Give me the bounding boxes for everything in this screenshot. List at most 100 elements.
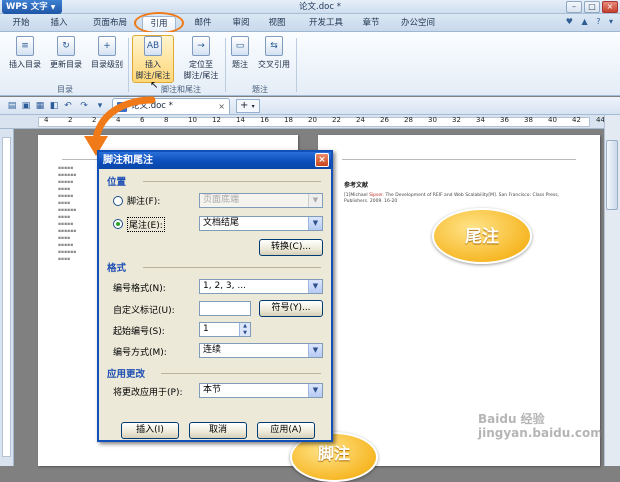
endnote-position-select[interactable]: 文档结尾 ▼: [199, 216, 323, 231]
wps-app-menu-button[interactable]: WPS 文字 ▼: [2, 0, 62, 14]
toc-icon: ≡: [16, 36, 34, 56]
quick-icons[interactable]: ♥ ▲ ? ▾: [566, 17, 616, 26]
mouse-cursor-icon: ↖: [150, 80, 159, 91]
endnote-label: 尾注(E):: [127, 217, 165, 232]
reference-author-link: Sipser.: [369, 193, 385, 198]
baidu-watermark: Baidu 经验 jingyan.baidu.com: [478, 412, 603, 440]
highlight-circle: [134, 12, 184, 34]
insert-toc-button[interactable]: ≡ 插入目录: [6, 36, 44, 80]
minimize-button[interactable]: –: [566, 1, 582, 13]
chevron-down-icon: ▼: [308, 344, 322, 357]
toc-level-button[interactable]: + 目录级别: [88, 36, 126, 80]
footnote-label: 脚注(F):: [127, 197, 161, 207]
vertical-ruler[interactable]: [0, 129, 14, 466]
maximize-button[interactable]: □: [584, 1, 600, 13]
group-separator: [128, 38, 129, 92]
cancel-button[interactable]: 取消: [189, 422, 247, 439]
apply-button[interactable]: 应用(A): [257, 422, 315, 439]
ribbon-tab-bar: 开始 插入 页面布局 引用 邮件 审阅 视图 开发工具 章节 办公空间 ♥ ▲ …: [0, 14, 620, 32]
tab-home[interactable]: 开始: [6, 16, 36, 31]
symbol-button[interactable]: 符号(Y)...: [259, 300, 323, 317]
open-icon[interactable]: ▤: [6, 100, 18, 112]
chevron-down-icon: ▼: [308, 280, 322, 293]
format-section-title: 格式: [107, 263, 127, 274]
add-tab-button[interactable]: + ▾: [236, 99, 260, 113]
tab-developer[interactable]: 开发工具: [302, 16, 350, 31]
section-divider: [143, 267, 321, 268]
update-toc-button[interactable]: ↻ 更新目录: [46, 36, 86, 80]
convert-button[interactable]: 转换(C)...: [259, 239, 323, 256]
apply-to-value: 本节: [203, 385, 222, 395]
tab-sections[interactable]: 章节: [356, 16, 386, 31]
scrollbar-thumb[interactable]: [606, 140, 618, 210]
group-label-captions: 题注: [252, 85, 268, 94]
dialog-close-button[interactable]: ×: [315, 153, 329, 167]
caption-button[interactable]: ▭ 题注: [228, 36, 252, 80]
numbering-label: 编号方式(M):: [113, 348, 167, 358]
goto-footnote-label-1: 定位至: [189, 60, 213, 69]
ruler-number: 22: [332, 116, 341, 124]
ruler-number: 28: [404, 116, 413, 124]
ruler-number: 26: [380, 116, 389, 124]
refresh-icon: ↻: [57, 36, 75, 56]
cross-reference-button[interactable]: ⇆ 交叉引用: [256, 36, 292, 80]
caption-label: 题注: [232, 60, 248, 69]
preview-icon[interactable]: ◧: [48, 100, 60, 112]
group-separator: [225, 38, 226, 92]
start-at-label: 起始编号(S):: [113, 327, 165, 337]
close-tab-icon[interactable]: ×: [218, 99, 225, 114]
insert-footnote-button[interactable]: AB 插入脚注/尾注: [132, 35, 174, 83]
custom-mark-label: 自定义标记(U):: [113, 306, 175, 316]
cross-ref-icon: ⇆: [265, 36, 283, 56]
apply-section-title: 应用更改: [107, 369, 146, 380]
reference-entry-text: The Development of REIF and Web Scalabil…: [385, 193, 559, 198]
ruler-number: 12: [212, 116, 221, 124]
tab-office-space[interactable]: 办公空间: [394, 16, 442, 31]
custom-mark-input[interactable]: [199, 301, 251, 316]
ruler-number: 36: [500, 116, 509, 124]
chevron-down-icon: ▼: [50, 4, 56, 11]
ruler-number: 34: [476, 116, 485, 124]
endnote-callout: 尾注: [432, 208, 532, 264]
section-divider: [161, 373, 321, 374]
location-section-title: 位置: [107, 177, 127, 188]
add-tab-label: +: [240, 100, 249, 111]
ruler-number: 14: [236, 116, 245, 124]
tab-view[interactable]: 视图: [262, 16, 292, 31]
ruler-number: 30: [428, 116, 437, 124]
tab-page-layout[interactable]: 页面布局: [86, 16, 134, 31]
cross-ref-label: 交叉引用: [258, 60, 290, 69]
ruler-number: 16: [260, 116, 269, 124]
save-icon[interactable]: ▣: [20, 100, 32, 112]
apply-to-select[interactable]: 本节 ▼: [199, 383, 323, 398]
insert-footnote-label-2: 脚注/尾注: [135, 71, 171, 80]
tab-review[interactable]: 审阅: [226, 16, 256, 31]
endnote-radio[interactable]: [113, 219, 123, 229]
footnote-ab-icon: AB: [144, 36, 162, 56]
tab-insert[interactable]: 插入: [44, 16, 74, 31]
ruler-number: 32: [452, 116, 461, 124]
print-icon[interactable]: ▦: [34, 100, 46, 112]
update-toc-label: 更新目录: [50, 60, 82, 69]
number-format-select[interactable]: 1, 2, 3, ... ▼: [199, 279, 323, 294]
group-label-toc: 目录: [57, 85, 73, 94]
reference-entry-prefix: [1]Michael: [344, 193, 368, 198]
footnote-position-select: 页面底端 ▼: [199, 193, 323, 208]
group-separator: [296, 38, 297, 92]
start-at-stepper[interactable]: 1 ▲ ▼: [199, 322, 251, 337]
dialog-title-bar[interactable]: 脚注和尾注: [99, 152, 331, 169]
references-heading: 参考文献: [344, 182, 369, 189]
stepper-arrows-icon[interactable]: ▲ ▼: [239, 323, 250, 336]
ruler-number: 40: [548, 116, 557, 124]
insert-footnote-label-1: 插入: [145, 60, 161, 69]
ruler-number: 42: [572, 116, 581, 124]
insert-button[interactable]: 插入(I): [121, 422, 179, 439]
ruler-number: 20: [308, 116, 317, 124]
footnote-radio[interactable]: [113, 196, 123, 206]
window-title: 论文.doc *: [299, 2, 341, 12]
close-window-button[interactable]: ×: [602, 1, 618, 13]
numbering-select[interactable]: 连续 ▼: [199, 343, 323, 358]
goto-footnote-button[interactable]: → 定位至 脚注/尾注: [180, 36, 222, 80]
tab-mailings[interactable]: 邮件: [188, 16, 218, 31]
ruler-number: 38: [524, 116, 533, 124]
